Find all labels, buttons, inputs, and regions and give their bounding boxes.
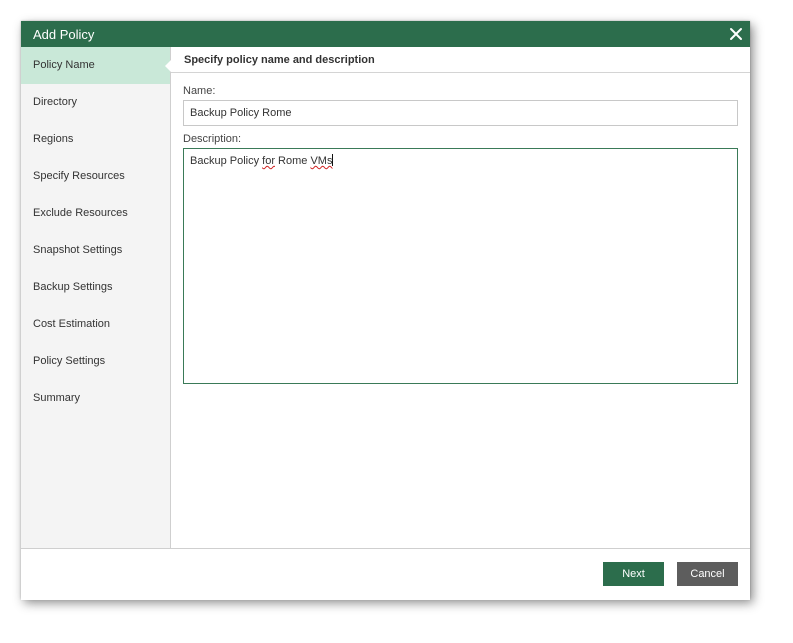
sidebar-item-label: Summary: [33, 392, 81, 404]
dialog-title: Add Policy: [33, 27, 95, 42]
description-text-part: Backup Policy: [190, 155, 263, 167]
title-bar: Add Policy: [21, 21, 750, 47]
add-policy-dialog: Add Policy Policy Name Directory Regions…: [21, 21, 750, 600]
sidebar-item-label: Exclude Resources: [33, 207, 128, 219]
dialog-footer: Next Cancel: [21, 548, 750, 600]
sidebar-item-exclude-resources[interactable]: Exclude Resources: [21, 195, 170, 232]
description-label: Description:: [183, 133, 242, 145]
step-title: Specify policy name and description: [184, 54, 375, 66]
sidebar-item-regions[interactable]: Regions: [21, 121, 170, 158]
close-button[interactable]: [726, 24, 746, 44]
sidebar-item-label: Cost Estimation: [33, 318, 111, 330]
sidebar-item-label: Backup Settings: [33, 281, 113, 293]
wizard-steps-sidebar: Policy Name Directory Regions Specify Re…: [21, 47, 171, 548]
description-text-part: Rome: [275, 155, 311, 167]
sidebar-item-label: Directory: [33, 96, 78, 108]
description-text-misspelled: VMs: [310, 155, 333, 167]
text-cursor: [332, 154, 334, 166]
sidebar-item-policy-name[interactable]: Policy Name: [21, 47, 171, 84]
description-text-misspelled: for: [262, 155, 275, 167]
close-icon: [730, 28, 742, 40]
sidebar-item-backup-settings[interactable]: Backup Settings: [21, 269, 170, 306]
policy-description-textarea[interactable]: Backup Policy for Rome VMs: [183, 148, 738, 384]
sidebar-item-label: Policy Name: [33, 59, 95, 71]
sidebar-item-cost-estimation[interactable]: Cost Estimation: [21, 306, 170, 343]
sidebar-item-label: Specify Resources: [33, 170, 125, 182]
sidebar-item-directory[interactable]: Directory: [21, 84, 170, 121]
sidebar-item-label: Snapshot Settings: [33, 244, 123, 256]
step-header: Specify policy name and description: [171, 47, 750, 73]
next-button[interactable]: Next: [603, 562, 664, 586]
policy-name-input[interactable]: [183, 100, 738, 126]
sidebar-item-specify-resources[interactable]: Specify Resources: [21, 158, 170, 195]
sidebar-item-summary[interactable]: Summary: [21, 380, 170, 417]
cancel-button[interactable]: Cancel: [677, 562, 738, 586]
sidebar-item-snapshot-settings[interactable]: Snapshot Settings: [21, 232, 170, 269]
sidebar-item-policy-settings[interactable]: Policy Settings: [21, 343, 170, 380]
name-label: Name:: [183, 85, 216, 97]
step-content: Specify policy name and description Name…: [171, 47, 750, 548]
sidebar-item-label: Regions: [33, 133, 74, 145]
sidebar-item-label: Policy Settings: [33, 355, 106, 367]
